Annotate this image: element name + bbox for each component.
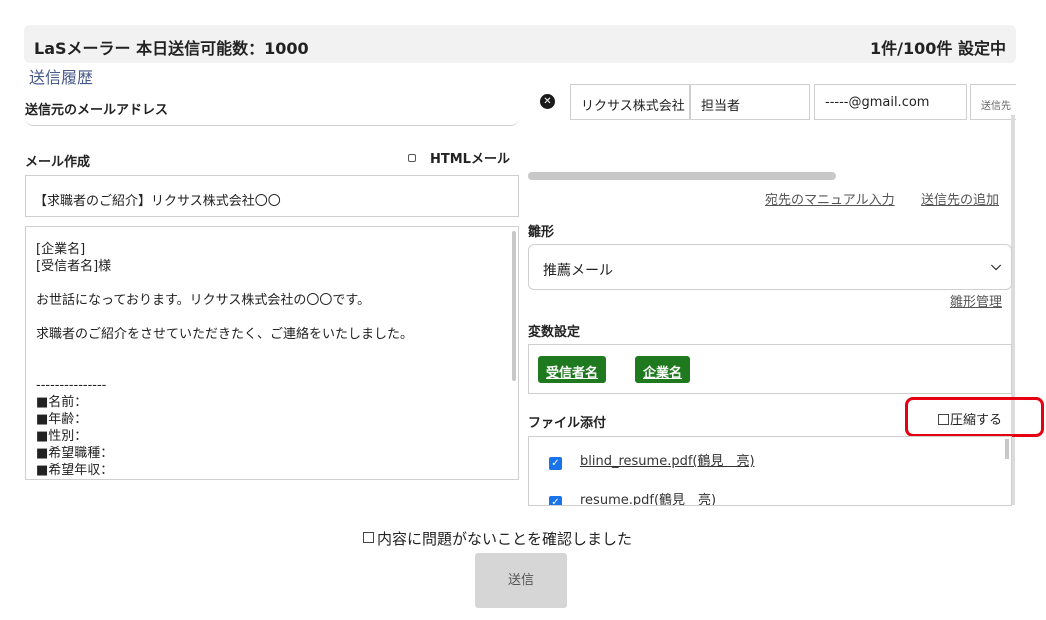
add-recipient-link[interactable]: 送信先の追加 [921, 189, 999, 208]
compress-label: 圧縮する [950, 413, 1003, 428]
checkbox-checked-icon[interactable]: ✓ [549, 457, 562, 470]
settings-status: 1件/100件 設定中 [870, 39, 1006, 58]
compress-checkbox[interactable] [938, 414, 949, 425]
attachments-label: ファイル添付 [528, 416, 607, 431]
variables-box: 受信者名 企業名 [528, 344, 1012, 394]
body-line: ■名前： [36, 395, 88, 410]
send-history-link[interactable]: 送信履歴 [29, 64, 93, 88]
template-select[interactable]: 推薦メール ⌵ [528, 244, 1012, 290]
app-header: LaSメーラー 本日送信可能数：1000 1件/100件 設定中 [24, 25, 1016, 63]
template-label: 雛形 [528, 225, 555, 240]
html-mail-label: HTMLメール [430, 152, 510, 167]
template-selected-value: 推薦メール [543, 263, 613, 279]
recipient-extra-input[interactable]: 送信先 [970, 84, 1016, 120]
recipient-person-input[interactable]: 担当者 [690, 84, 810, 120]
attachment-filename[interactable]: resume.pdf(鶴見 亮) [580, 493, 716, 505]
body-line: [企業名] [36, 242, 86, 257]
from-address-field[interactable] [25, 90, 519, 126]
recipient-email-input[interactable]: -----@gmail.com [814, 84, 967, 120]
compress-option[interactable]: 圧縮する [938, 409, 1002, 428]
body-line: ■性別： [36, 429, 88, 444]
recipient-row: ✕ リクサス株式会社 担当者 -----@gmail.com 送信先 [528, 84, 1016, 120]
body-line: --------------- [36, 378, 107, 393]
attachment-filename[interactable]: blind_resume.pdf(鶴見 亮) [580, 454, 755, 469]
body-line [36, 360, 413, 377]
body-line [36, 309, 413, 326]
body-textarea[interactable]: [企業名] [受信者名]様 お世話になっております。リクサス株式会社の〇〇です。… [25, 226, 519, 480]
body-line: ■年齢： [36, 412, 88, 427]
confirm-option[interactable]: 内容に問題がないことを確認しました [363, 528, 632, 549]
template-manage-link[interactable]: 雛形管理 [950, 291, 1002, 310]
recipient-company-input[interactable]: リクサス株式会社 [570, 84, 690, 120]
variable-tag-recipient-name[interactable]: 受信者名 [538, 356, 607, 383]
subject-input[interactable]: 【求職者のご紹介】リクサス株式会社〇〇 [25, 175, 519, 217]
chevron-down-icon: ⌵ [991, 259, 1001, 274]
variables-label: 変数設定 [528, 325, 581, 340]
recipient-horizontal-scrollbar[interactable] [528, 172, 836, 180]
body-line: ■希望職種： [36, 446, 114, 461]
body-line [36, 275, 413, 292]
confirm-checkbox[interactable] [363, 532, 374, 543]
checkbox-checked-icon[interactable]: ✓ [549, 496, 562, 505]
app-title: LaSメーラー 本日送信可能数：1000 [34, 39, 309, 58]
attachments-scrollbar[interactable] [1005, 439, 1009, 459]
variable-tag-company-name[interactable]: 企業名 [635, 356, 691, 383]
send-button[interactable]: 送信 [475, 553, 567, 608]
body-scrollbar[interactable] [512, 231, 516, 381]
attachments-list: ✓ blind_resume.pdf(鶴見 亮) ✓ resume.pdf(鶴見 亮… [528, 436, 1012, 506]
attachment-item[interactable]: ✓ blind_resume.pdf(鶴見 亮) [549, 450, 755, 470]
body-line: ■希望年収： [36, 463, 114, 478]
remove-recipient-icon[interactable]: ✕ [540, 94, 555, 109]
confirm-label: 内容に問題がないことを確認しました [377, 530, 633, 548]
body-line [36, 343, 413, 360]
html-mail-toggle[interactable]: HTMLメール [408, 148, 510, 167]
body-line: 求職者のご紹介をさせていただきたく、ご連絡をいたしました。 [36, 327, 414, 342]
html-mail-checkbox[interactable] [408, 154, 416, 162]
body-line: お世話になっております。リクサス株式会社の〇〇です。 [36, 293, 371, 308]
compose-label: メール作成 [25, 155, 91, 170]
attachment-item[interactable]: ✓ resume.pdf(鶴見 亮) [549, 489, 716, 505]
manual-input-link[interactable]: 宛先のマニュアル入力 [765, 189, 895, 208]
body-line: [受信者名]様 [36, 259, 112, 274]
